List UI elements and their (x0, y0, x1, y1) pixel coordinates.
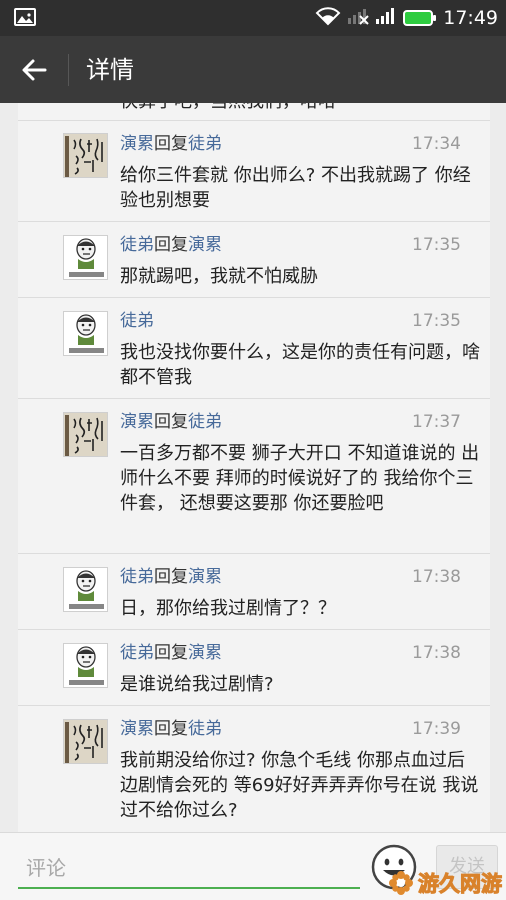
author-name[interactable]: 演累 (120, 412, 154, 432)
list-item[interactable]: 徒弟回复演累 17:38 日，那你给我过剧情了？？ (18, 553, 490, 629)
author-name[interactable]: 演累 (120, 719, 154, 739)
timestamp: 17:35 (412, 235, 461, 255)
title-bar: 详情 (0, 36, 506, 103)
author-name[interactable]: 徒弟 (120, 311, 154, 331)
reply-text: 我前期没给你过? 你急个毛线 你那点血过后边剧情会死的 等69好好弄弄弄你号在说… (120, 750, 479, 821)
page-title: 详情 (86, 56, 134, 84)
recipient-name[interactable]: 徒弟 (188, 719, 222, 739)
reply-text: 我也没找你要什么，这是你的责任有问题，啥都不管我 (120, 342, 480, 388)
flower-logo-icon (389, 871, 413, 895)
timestamp: 17:39 (412, 719, 461, 739)
reply-label: 回复 (154, 643, 188, 663)
author-name[interactable]: 徒弟 (120, 235, 154, 255)
signal-icon (375, 6, 397, 30)
list-item[interactable]: 演累回复徒弟 17:39 我前期没给你过? 你急个毛线 你那点血过后边剧情会死的… (18, 705, 490, 833)
timestamp: 17:34 (412, 134, 461, 154)
back-button[interactable] (10, 48, 58, 92)
calligraphy-avatar[interactable] (63, 133, 108, 178)
calligraphy-avatar[interactable] (63, 412, 108, 457)
timestamp: 17:37 (412, 412, 461, 432)
reply-label: 回复 (154, 567, 188, 587)
title-divider (68, 54, 69, 86)
cut-off-message: 快算了吧，当然我们，哈哈 (120, 103, 336, 119)
watermark: 游久网游 (388, 868, 503, 898)
no-sim-icon (347, 6, 369, 30)
wifi-icon (315, 6, 341, 30)
watermark-text: 游久网游 (418, 872, 503, 897)
arrow-left-icon (22, 59, 47, 81)
cartoon-face-avatar[interactable] (63, 567, 108, 612)
calligraphy-avatar[interactable] (63, 719, 108, 764)
battery-icon (403, 10, 437, 26)
list-item[interactable]: 徒弟回复演累 17:38 是谁说给我过剧情? (18, 629, 490, 705)
recipient-name[interactable]: 徒弟 (188, 134, 222, 154)
gallery-icon (14, 8, 36, 26)
recipient-name[interactable]: 演累 (188, 235, 222, 255)
list-item[interactable]: 演累回复徒弟 17:34 给你三件套就 你出师么? 不出我就踢了 你经验也别想要 (18, 120, 490, 221)
reply-label: 回复 (154, 412, 188, 432)
author-name[interactable]: 徒弟 (120, 643, 154, 663)
list-item[interactable]: 徒弟回复演累 17:35 那就踢吧，我就不怕威胁 (18, 221, 490, 297)
timestamp: 17:35 (412, 311, 461, 331)
timestamp: 17:38 (412, 567, 461, 587)
clock: 17:49 (443, 7, 498, 29)
reply-text: 日，那你给我过剧情了？？ (120, 598, 336, 619)
comment-input[interactable] (18, 849, 360, 889)
reply-list[interactable]: 快算了吧，当然我们，哈哈 演累回复徒弟 17:34 给你三件套就 你出师么? 不… (18, 103, 490, 833)
reply-text: 那就踢吧，我就不怕威胁 (120, 266, 318, 287)
cartoon-face-avatar[interactable] (63, 235, 108, 280)
recipient-name[interactable]: 演累 (188, 567, 222, 587)
author-name[interactable]: 徒弟 (120, 567, 154, 587)
reply-text: 一百多万都不要 狮子大开口 不知道谁说的 出师什么不要 拜师的时候说好了的 我给… (120, 443, 480, 514)
reply-text: 是谁说给我过剧情? (120, 674, 274, 695)
reply-label: 回复 (154, 719, 188, 739)
timestamp: 17:38 (412, 643, 461, 663)
reply-text: 给你三件套就 你出师么? 不出我就踢了 你经验也别想要 (120, 165, 471, 211)
author-name[interactable]: 演累 (120, 134, 154, 154)
reply-label: 回复 (154, 235, 188, 255)
recipient-name[interactable]: 演累 (188, 643, 222, 663)
recipient-name[interactable]: 徒弟 (188, 412, 222, 432)
list-item[interactable]: 徒弟 17:35 我也没找你要什么，这是你的责任有问题，啥都不管我 (18, 297, 490, 398)
cartoon-face-avatar[interactable] (63, 311, 108, 356)
reply-label: 回复 (154, 134, 188, 154)
cartoon-face-avatar[interactable] (63, 643, 108, 688)
list-item[interactable]: 演累回复徒弟 17:37 一百多万都不要 狮子大开口 不知道谁说的 出师什么不要… (18, 398, 490, 553)
status-bar: 17:49 (0, 0, 506, 36)
